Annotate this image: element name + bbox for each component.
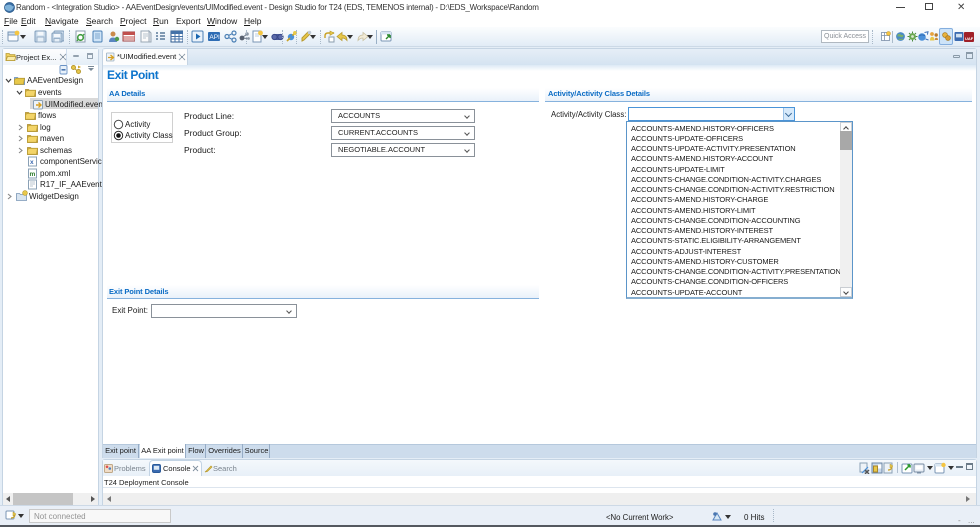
svg-text:x: x (30, 159, 34, 166)
svg-text:API: API (209, 34, 220, 41)
svg-text:m: m (30, 171, 36, 178)
